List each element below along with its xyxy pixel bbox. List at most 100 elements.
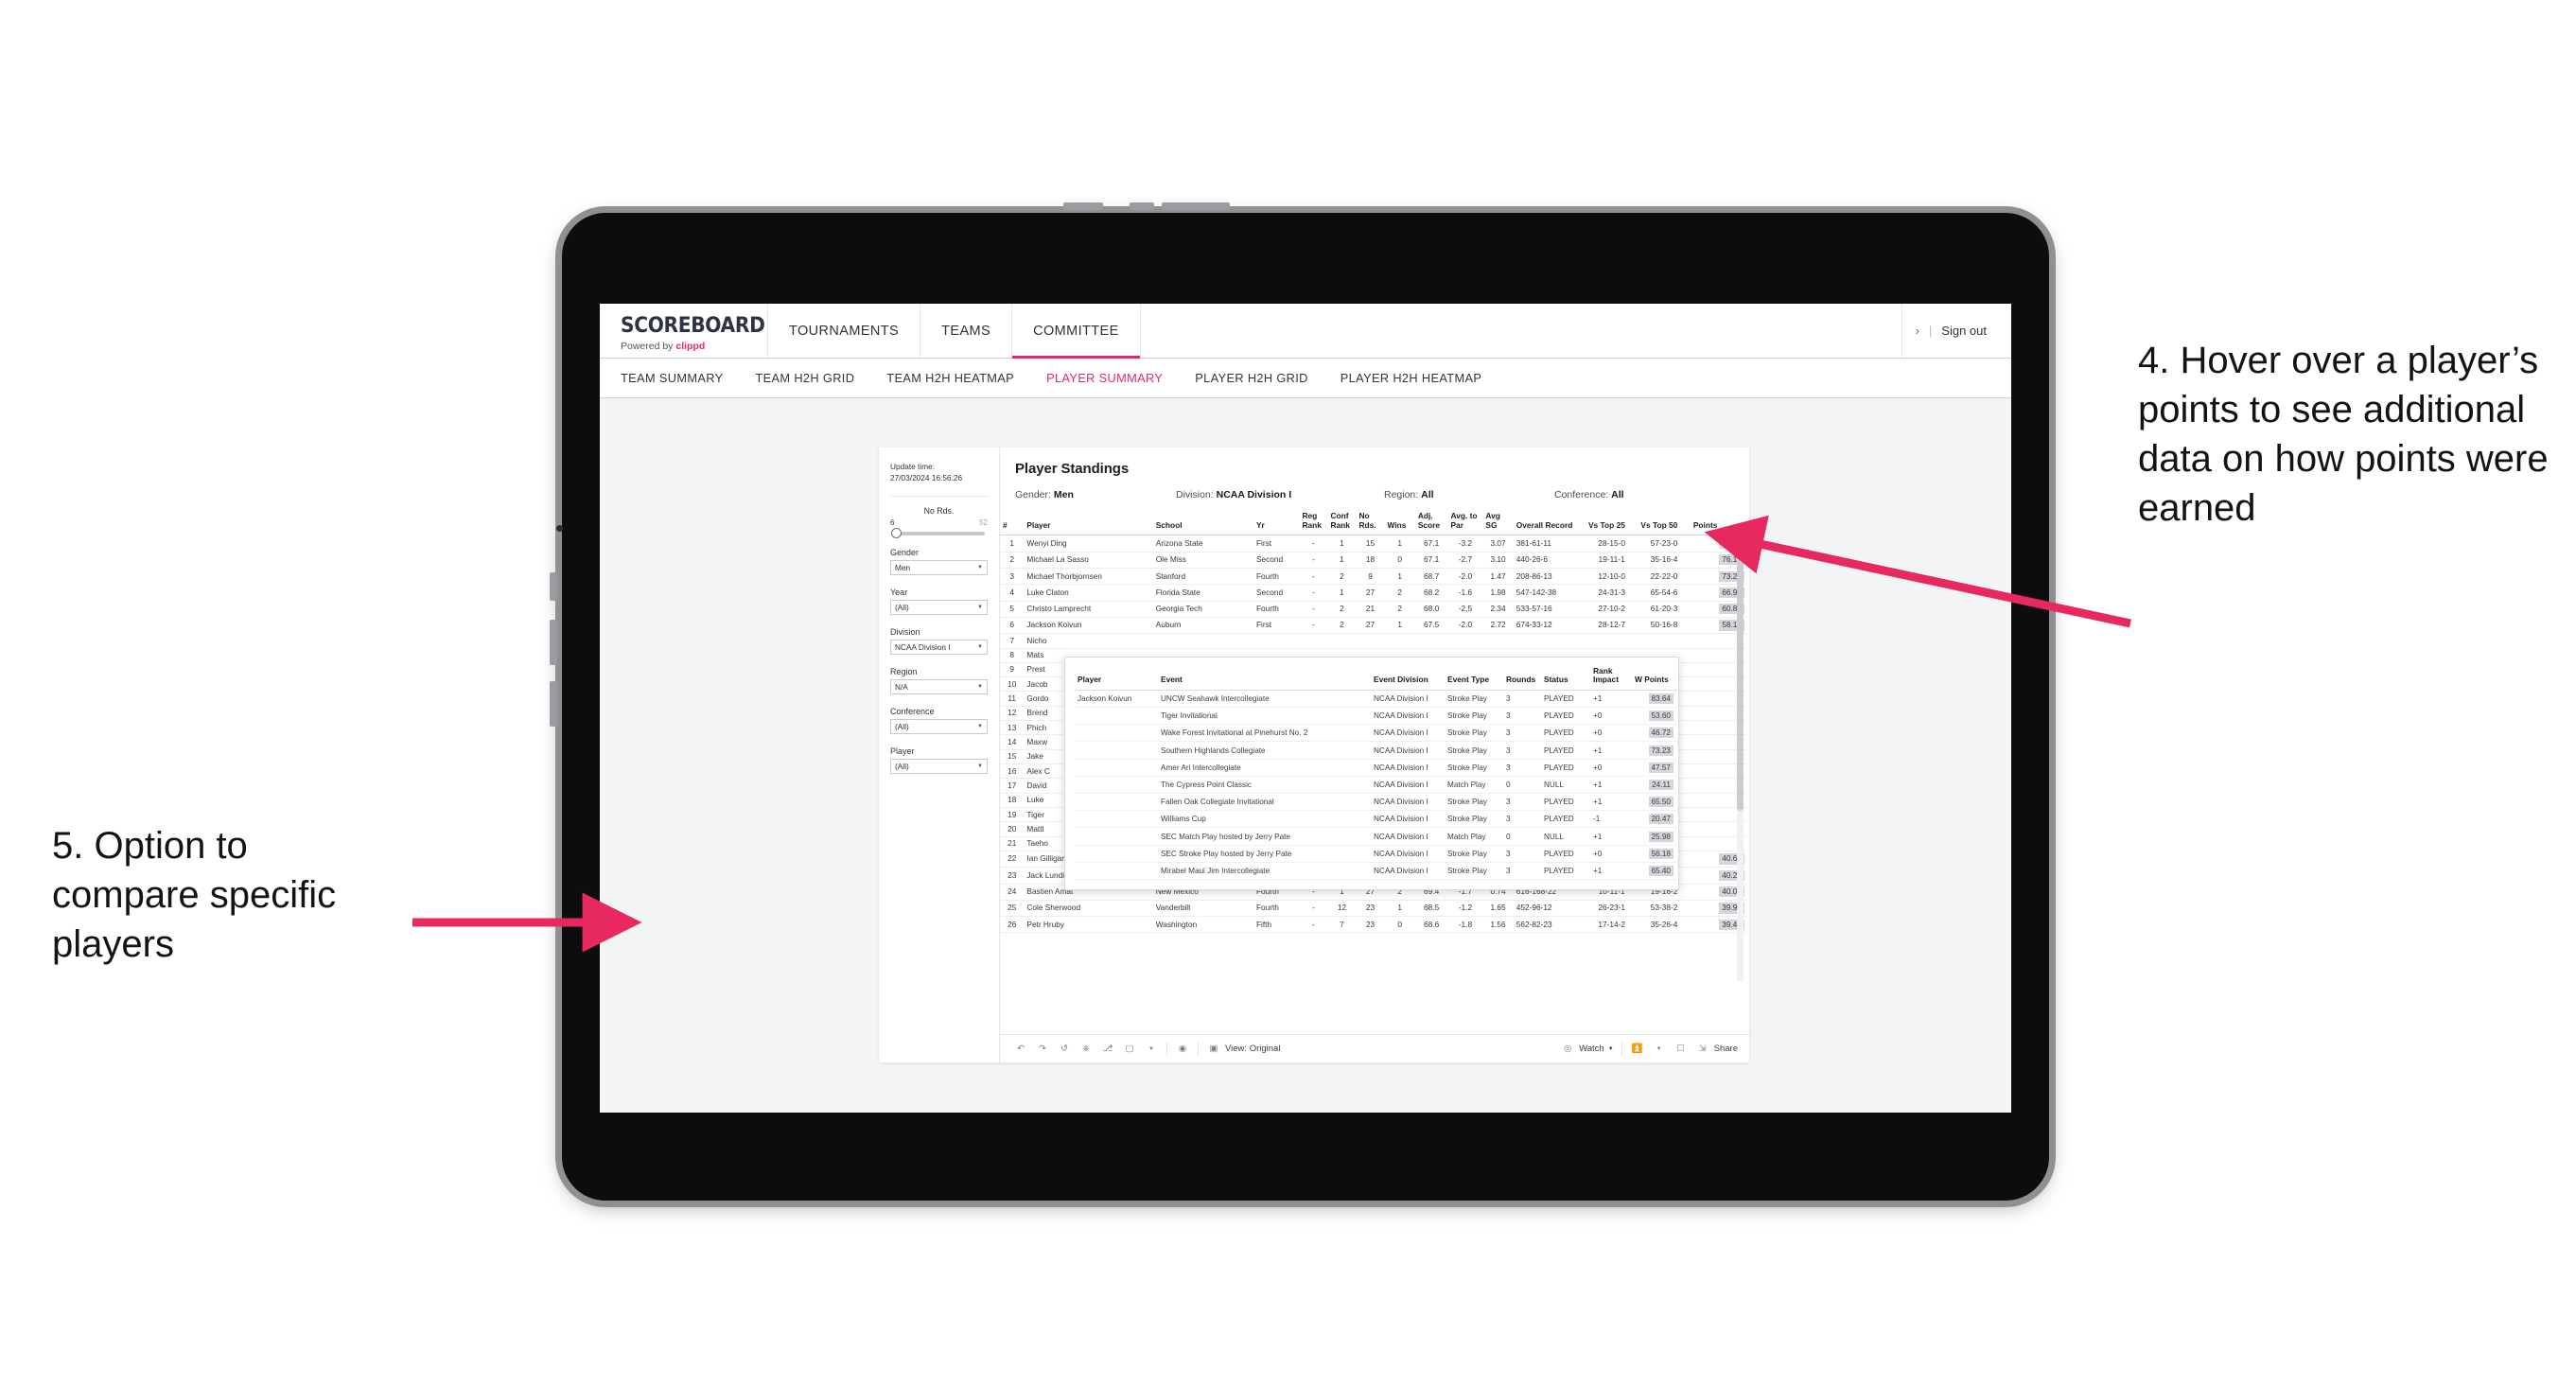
- cell-status: PLAYED: [1541, 845, 1590, 863]
- no-rounds-slider[interactable]: No Rds. 6 52: [890, 506, 988, 539]
- side-button[interactable]: [550, 681, 557, 727]
- col-player[interactable]: Player: [1024, 510, 1153, 536]
- undo-icon[interactable]: ↶: [1013, 1042, 1028, 1057]
- device-preview-icon[interactable]: ☐: [1674, 1042, 1689, 1057]
- cell-no: 27: [1356, 584, 1385, 602]
- table-row[interactable]: 25 Cole Sherwood Vanderbilt Fourth -12 23 1 68.…: [1000, 900, 1747, 918]
- filter-year-select[interactable]: (All) ▼: [890, 600, 988, 616]
- download-icon[interactable]: ⏫: [1630, 1042, 1645, 1057]
- nav-committee[interactable]: COMMITTEE: [1012, 304, 1141, 359]
- table-row[interactable]: 1 Wenyi Ding Arizona State First -1 15 1 67.1 -3…: [1000, 535, 1747, 553]
- view-original-button[interactable]: ▣ View: Original: [1206, 1042, 1281, 1057]
- col-vs-top-50[interactable]: Vs Top 50: [1638, 510, 1691, 536]
- col-avg-to-par[interactable]: Avg. to Par: [1447, 510, 1483, 536]
- col-no-rds[interactable]: No Rds.: [1356, 510, 1385, 536]
- chevron-down-icon[interactable]: ▼: [1652, 1042, 1667, 1057]
- table-row[interactable]: 6 Jackson Koivun Auburn First -2 27 1 67.5 -2.0 2…: [1000, 617, 1747, 635]
- cell-event-type: Stroke Play: [1445, 690, 1503, 709]
- no-rounds-label: No Rds.: [923, 506, 955, 517]
- volume-up-button[interactable]: [550, 572, 557, 601]
- header-divider: |: [1928, 324, 1933, 338]
- filter-player-select[interactable]: (All) ▼: [890, 759, 988, 775]
- tab-player-h2h-grid[interactable]: PLAYER H2H GRID: [1195, 371, 1308, 385]
- filter-gender: Gender Men ▼: [890, 548, 988, 576]
- clippd-name: clippd: [675, 341, 706, 352]
- app-header: SCOREBOARD Powered by clippd TOURNAMENTS…: [600, 304, 2011, 359]
- table-row[interactable]: 3 Michael Thorbjornsen Stanford Fourth -2 9 1 6…: [1000, 568, 1747, 586]
- tab-team-h2h-grid[interactable]: TEAM H2H GRID: [755, 371, 854, 385]
- revert-icon[interactable]: ↺: [1057, 1042, 1072, 1057]
- col-reg-rank[interactable]: Reg Rank: [1299, 510, 1328, 536]
- tooltip-row: Wake Forest Invitational at Pinehurst No…: [1075, 724, 1677, 743]
- slide-canvas: SCOREBOARD Powered by clippd TOURNAMENTS…: [0, 0, 2576, 1386]
- cell-record: 381-61-11: [1513, 535, 1586, 553]
- powered-by-label: Powered by clippd: [621, 341, 767, 352]
- watch-button[interactable]: ◎ Watch ▼: [1560, 1042, 1614, 1057]
- cell-yr: Fourth: [1253, 601, 1300, 618]
- table-row[interactable]: 26 Petr Hruby Washington Fifth -7 23 0 68.6 -1.8…: [1000, 916, 1747, 934]
- w-points-badge: 65.50: [1648, 797, 1674, 808]
- power-button[interactable]: [1063, 202, 1103, 210]
- refresh-icon[interactable]: ⎇: [1100, 1042, 1115, 1057]
- cell-player: [1075, 793, 1158, 812]
- table-row[interactable]: 2 Michael La Sasso Ole Miss Second -1 18 0 67.1…: [1000, 552, 1747, 569]
- rail-divider: [890, 496, 988, 498]
- col-avg-sg[interactable]: Avg SG: [1482, 510, 1514, 536]
- filter-division-select[interactable]: NCAA Division I ▼: [890, 640, 988, 656]
- slider-track[interactable]: [891, 528, 985, 539]
- col-vs-top-25[interactable]: Vs Top 25: [1585, 510, 1638, 536]
- cell-record: 533-57-16: [1513, 601, 1586, 618]
- cell-rank: 21: [1000, 836, 1025, 851]
- cell-event: Fallen Oak Collegiate Invitational: [1158, 793, 1371, 812]
- annotation-5-arrow: [412, 892, 642, 953]
- cell-rank: 5: [1000, 601, 1025, 618]
- nav-tournaments[interactable]: TOURNAMENTS: [768, 304, 921, 358]
- tab-player-h2h-heatmap[interactable]: PLAYER H2H HEATMAP: [1341, 371, 1481, 385]
- col-rank[interactable]: #: [1000, 510, 1025, 536]
- cell-w-points: 46.72: [1632, 724, 1677, 743]
- chevron-down-icon: ▼: [977, 724, 983, 730]
- cell-rounds: 3: [1503, 690, 1541, 709]
- cell-school: [1152, 633, 1253, 649]
- col-yr[interactable]: Yr: [1253, 510, 1300, 536]
- volume-down-button[interactable]: [550, 620, 557, 665]
- filter-conference-select[interactable]: (All) ▼: [890, 719, 988, 735]
- account-menu-icon[interactable]: ›: [1916, 324, 1919, 338]
- summary-gender-value: Men: [1053, 489, 1074, 500]
- alerts-icon[interactable]: ▢: [1122, 1042, 1137, 1057]
- table-row[interactable]: 4 Luke Claton Florida State Second -1 27 2 68.2…: [1000, 584, 1747, 602]
- cell-event-division: NCAA Division I: [1371, 724, 1445, 743]
- filter-gender-select[interactable]: Men ▼: [890, 560, 988, 576]
- table-row[interactable]: 5 Christo Lamprecht Georgia Tech Fourth -2 21…: [1000, 601, 1747, 618]
- tab-team-summary[interactable]: TEAM SUMMARY: [621, 371, 723, 385]
- cell-adj: 67.1: [1414, 552, 1448, 569]
- cell-record: 452-96-12: [1513, 900, 1586, 918]
- summary-gender-label: Gender:: [1015, 489, 1051, 500]
- cell-player: Michael La Sasso: [1024, 552, 1153, 569]
- nav-teams[interactable]: TEAMS: [920, 304, 1013, 358]
- cell-t25: [1585, 633, 1638, 649]
- cell-t50: 35-26-4: [1638, 916, 1691, 934]
- col-adj-score[interactable]: Adj. Score: [1414, 510, 1448, 536]
- tab-player-summary[interactable]: PLAYER SUMMARY: [1046, 371, 1163, 385]
- col-conf-rank[interactable]: Conf Rank: [1327, 510, 1357, 536]
- tab-team-h2h-heatmap[interactable]: TEAM H2H HEATMAP: [886, 371, 1014, 385]
- table-row[interactable]: 7 Nicho: [1000, 633, 1747, 649]
- col-wins[interactable]: Wins: [1384, 510, 1415, 536]
- redo-icon[interactable]: ↷: [1035, 1042, 1050, 1057]
- col-school[interactable]: School: [1152, 510, 1253, 536]
- sign-out-button[interactable]: Sign out: [1941, 324, 1987, 338]
- ask-data-icon[interactable]: ◉: [1175, 1042, 1190, 1057]
- cell-w-points: 65.50: [1632, 793, 1677, 812]
- filter-region-select[interactable]: N/A ▼: [890, 679, 988, 695]
- share-button[interactable]: ⇲ Share: [1695, 1042, 1738, 1057]
- slider-handle[interactable]: [891, 528, 902, 539]
- tooltip-row: SEC Match Play hosted by Jerry Pate NCAA …: [1075, 827, 1677, 846]
- col-overall-record[interactable]: Overall Record: [1513, 510, 1586, 536]
- filter-region-value: N/A: [895, 682, 908, 693]
- standings-table-wrap[interactable]: # Player School Yr Reg Rank Conf Rank No…: [1000, 510, 1749, 1034]
- chevron-down-icon[interactable]: ▼: [1144, 1042, 1159, 1057]
- brand-logo[interactable]: SCOREBOARD Powered by clippd: [600, 304, 768, 358]
- pause-refresh-icon[interactable]: ⎈: [1078, 1042, 1094, 1057]
- cell-rank: 19: [1000, 807, 1025, 823]
